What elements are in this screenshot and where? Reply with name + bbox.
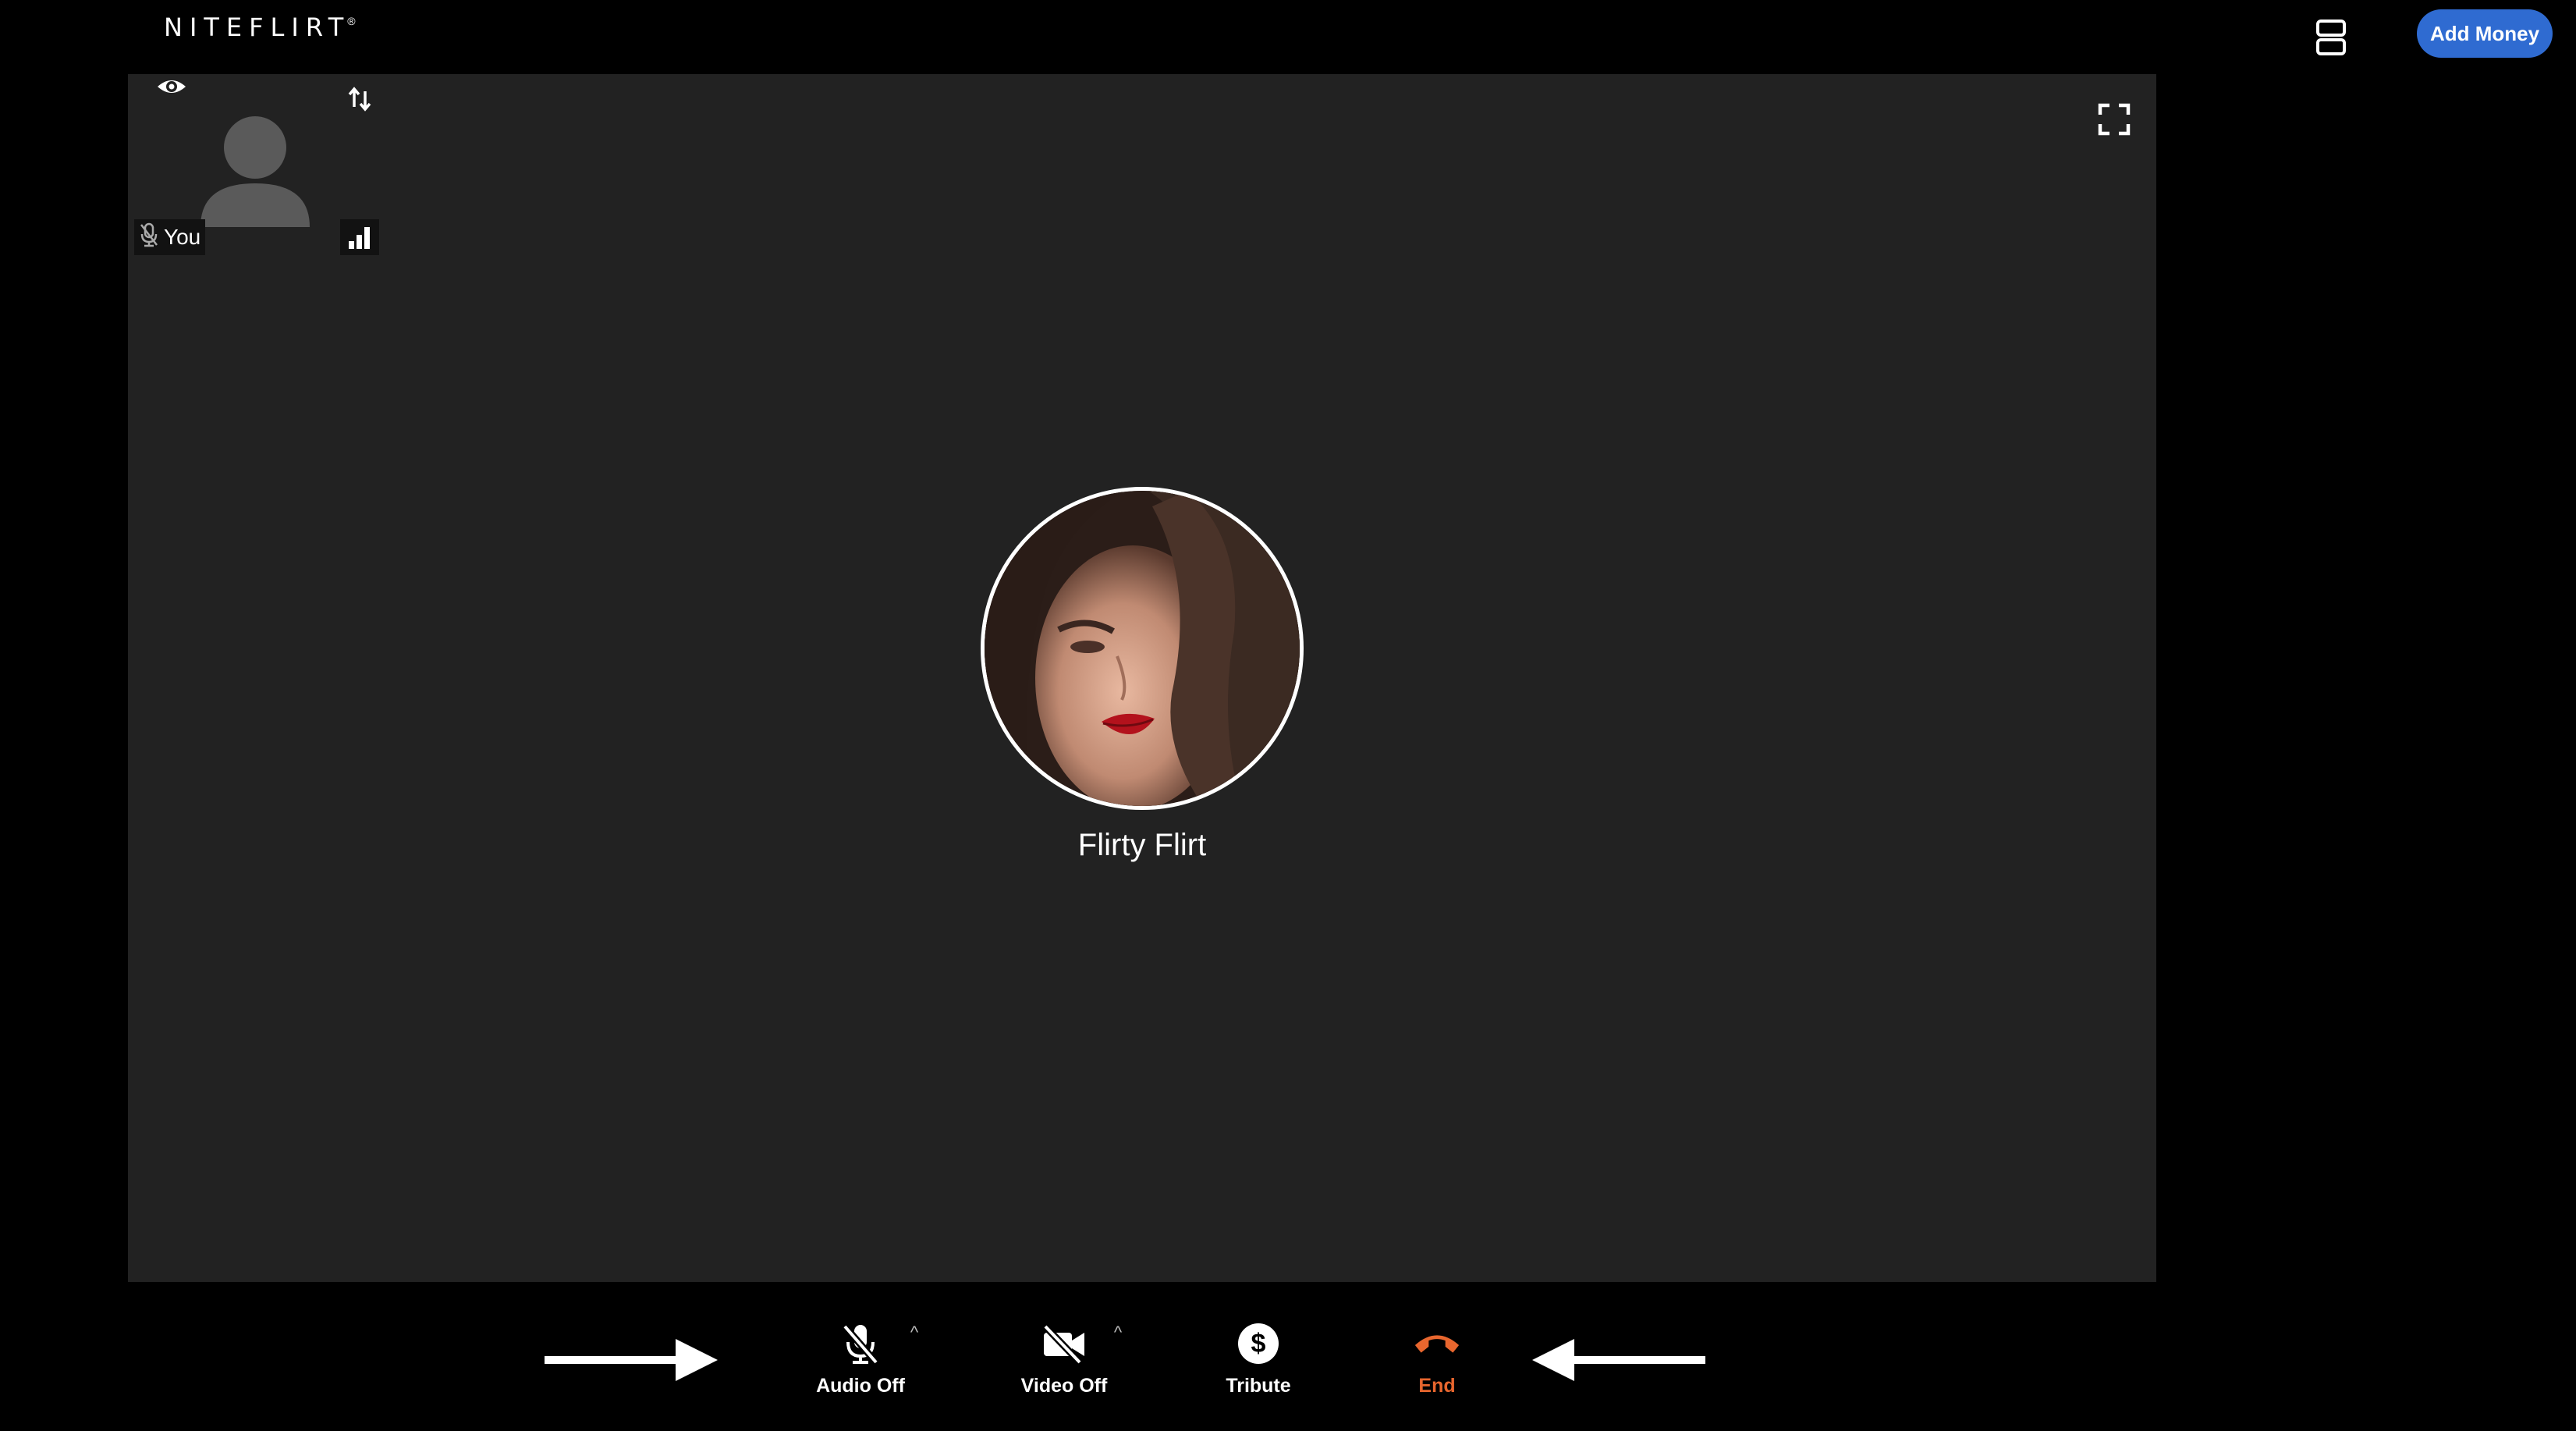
- person-placeholder-icon: [197, 110, 314, 232]
- eye-icon[interactable]: [154, 74, 189, 108]
- add-money-button[interactable]: Add Money: [2417, 9, 2553, 58]
- logo-registered-mark: ®: [347, 15, 356, 27]
- self-view-tile: You: [134, 74, 379, 261]
- phone-hangup-icon: [1412, 1319, 1462, 1369]
- mic-muted-icon: [139, 222, 159, 253]
- arrow-right-icon: [545, 1333, 724, 1387]
- fullscreen-icon[interactable]: [2095, 101, 2133, 138]
- self-label: You: [134, 219, 206, 255]
- remote-name: Flirty Flirt: [1077, 828, 1207, 862]
- signal-icon: [340, 219, 379, 255]
- logo-text: NITEFLIRT: [164, 12, 351, 42]
- mic-off-icon: [836, 1319, 885, 1369]
- audio-off-label: Audio Off: [816, 1375, 905, 1397]
- end-call-button[interactable]: End: [1367, 1319, 1507, 1412]
- self-name-label: You: [164, 225, 201, 249]
- svg-text:$: $: [1251, 1329, 1266, 1358]
- tribute-label: Tribute: [1226, 1375, 1291, 1397]
- video-off-label: Video Off: [1020, 1375, 1108, 1397]
- call-controls-bar: Audio Off ^ Video Off ^ $ Tribute End: [0, 1295, 2576, 1431]
- video-stage: You Flirty Flirt: [128, 74, 2156, 1282]
- swap-icon[interactable]: [343, 82, 378, 116]
- end-label: End: [1418, 1375, 1456, 1397]
- audio-options-caret-icon[interactable]: ^: [903, 1323, 926, 1342]
- niteflirt-logo[interactable]: NITEFLIRT ®: [164, 14, 356, 41]
- tribute-button[interactable]: $ Tribute: [1188, 1319, 1329, 1412]
- dollar-icon: $: [1233, 1319, 1283, 1369]
- remote-avatar: [981, 487, 1304, 810]
- arrow-left-icon: [1526, 1333, 1705, 1387]
- video-options-caret-icon[interactable]: ^: [1106, 1323, 1130, 1342]
- video-off-icon: [1039, 1319, 1089, 1369]
- layout-rows-icon[interactable]: [2309, 16, 2353, 59]
